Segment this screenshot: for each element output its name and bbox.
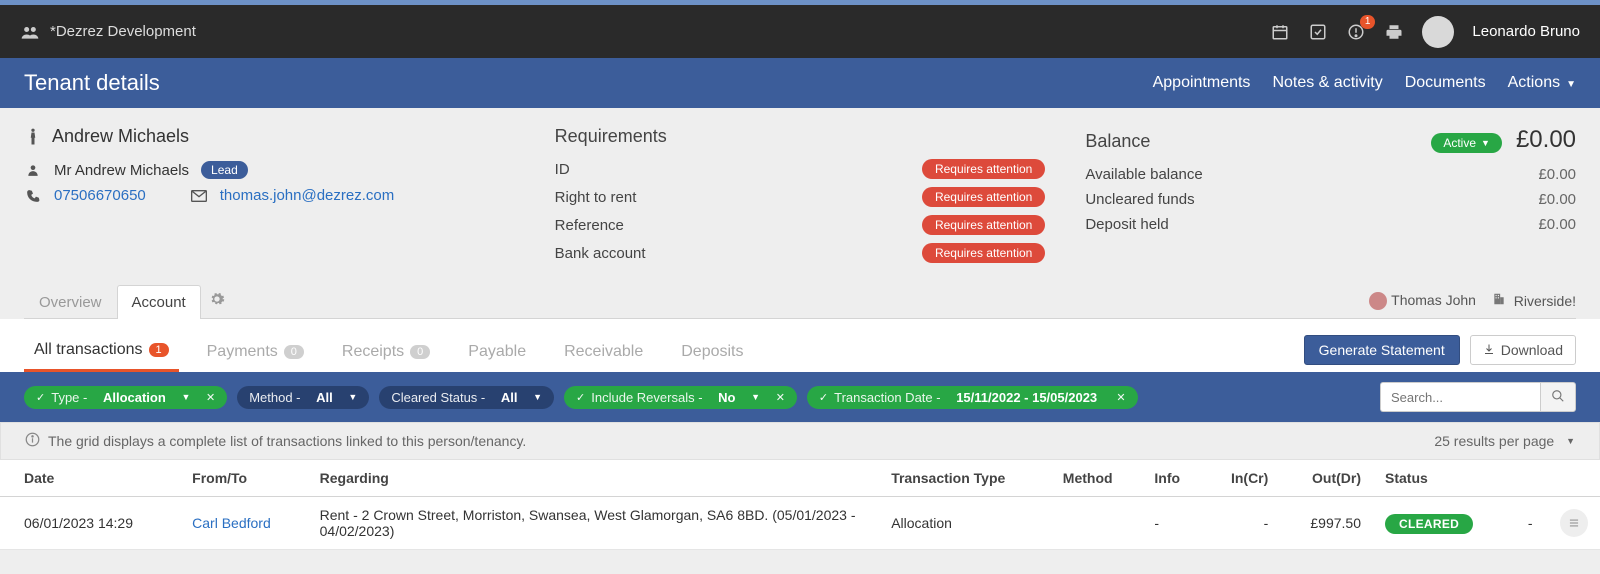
col-status[interactable]: Status bbox=[1373, 460, 1512, 497]
user-avatar[interactable] bbox=[1422, 16, 1454, 48]
col-fromto[interactable]: From/To bbox=[180, 460, 307, 497]
subtab-receivable[interactable]: Receivable bbox=[554, 335, 653, 371]
balance-total: £0.00 bbox=[1516, 126, 1576, 154]
filter-cleared-chip[interactable]: Cleared Status - All ▼ bbox=[379, 386, 554, 409]
active-status-button[interactable]: Active▼ bbox=[1431, 133, 1502, 153]
balance-row: Uncleared funds£0.00 bbox=[1085, 191, 1576, 208]
search-button[interactable] bbox=[1540, 382, 1576, 412]
row-menu-button[interactable] bbox=[1560, 509, 1588, 537]
filter-bar: ✓Type - Allocation ▼ ✕ Method - All ▼ Cl… bbox=[0, 372, 1600, 422]
cell-extra: - bbox=[1512, 497, 1548, 550]
nav-appointments[interactable]: Appointments bbox=[1153, 74, 1251, 92]
branch-name[interactable]: Riverside! bbox=[1492, 292, 1576, 309]
generate-statement-button[interactable]: Generate Statement bbox=[1304, 335, 1460, 365]
tenant-summary: Andrew Michaels Mr Andrew Michaels Lead … bbox=[24, 126, 515, 271]
requirement-row: Right to rentRequires attention bbox=[555, 187, 1046, 207]
page-title: Tenant details bbox=[24, 70, 160, 96]
cell-outdr: £997.50 bbox=[1280, 497, 1373, 550]
email-icon bbox=[190, 190, 208, 202]
building-icon bbox=[1492, 293, 1510, 309]
info-strip: The grid displays a complete list of tra… bbox=[0, 422, 1600, 460]
user-icon bbox=[24, 163, 42, 177]
filter-date-chip[interactable]: ✓Transaction Date - 15/11/2022 - 15/05/2… bbox=[807, 386, 1138, 409]
user-name[interactable]: Leonardo Bruno bbox=[1472, 23, 1580, 40]
requirements-summary: Requirements IDRequires attention Right … bbox=[555, 126, 1046, 271]
subtab-payments[interactable]: Payments0 bbox=[197, 335, 314, 371]
requirement-row: Bank accountRequires attention bbox=[555, 243, 1046, 263]
assigned-person[interactable]: Thomas John bbox=[1369, 292, 1476, 310]
count-badge: 1 bbox=[149, 343, 169, 357]
lead-badge: Lead bbox=[201, 161, 248, 179]
print-icon[interactable] bbox=[1384, 22, 1404, 42]
count-badge: 0 bbox=[410, 345, 430, 359]
tab-overview[interactable]: Overview bbox=[24, 285, 117, 319]
tenant-full-name: Mr Andrew Michaels bbox=[54, 162, 189, 179]
calendar-icon[interactable] bbox=[1270, 22, 1290, 42]
filter-type-chip[interactable]: ✓Type - Allocation ▼ ✕ bbox=[24, 386, 227, 409]
tab-account[interactable]: Account bbox=[117, 285, 201, 319]
cell-fromto-link[interactable]: Carl Bedford bbox=[192, 515, 271, 531]
count-badge: 0 bbox=[284, 345, 304, 359]
cell-date: 06/01/2023 14:29 bbox=[0, 497, 180, 550]
requires-attention-badge[interactable]: Requires attention bbox=[922, 215, 1045, 235]
nav-actions[interactable]: Actions▼ bbox=[1508, 74, 1576, 92]
tenant-name: Andrew Michaels bbox=[52, 126, 189, 147]
col-info[interactable]: Info bbox=[1142, 460, 1204, 497]
cell-regarding: Rent - 2 Crown Street, Morriston, Swanse… bbox=[308, 497, 880, 550]
cell-method bbox=[1051, 497, 1143, 550]
nav-documents[interactable]: Documents bbox=[1405, 74, 1486, 92]
app-title: *Dezrez Development bbox=[50, 23, 196, 40]
download-icon bbox=[1483, 342, 1495, 358]
info-text: The grid displays a complete list of tra… bbox=[48, 433, 526, 449]
col-txn-type[interactable]: Transaction Type bbox=[879, 460, 1051, 497]
balance-summary: Balance Active▼ £0.00 Available balance£… bbox=[1085, 126, 1576, 271]
balance-title: Balance bbox=[1085, 131, 1150, 152]
tenant-phone[interactable]: 07506670650 bbox=[54, 187, 146, 204]
status-cleared-badge: CLEARED bbox=[1385, 514, 1473, 534]
tenant-email[interactable]: thomas.john@dezrez.com bbox=[220, 187, 394, 204]
col-outdr[interactable]: Out(Dr) bbox=[1280, 460, 1373, 497]
filter-reversals-chip[interactable]: ✓Include Reversals - No ▼ ✕ bbox=[564, 386, 797, 409]
subtab-all-transactions[interactable]: All transactions1 bbox=[24, 333, 179, 372]
cell-incr: - bbox=[1204, 497, 1280, 550]
col-regarding[interactable]: Regarding bbox=[308, 460, 880, 497]
app-icon bbox=[20, 22, 40, 42]
topbar: *Dezrez Development Leonardo Bruno bbox=[0, 0, 1600, 58]
transactions-table: Date From/To Regarding Transaction Type … bbox=[0, 460, 1600, 550]
requires-attention-badge[interactable]: Requires attention bbox=[922, 159, 1045, 179]
page-header: Tenant details Appointments Notes & acti… bbox=[0, 58, 1600, 108]
tab-settings-icon[interactable] bbox=[201, 283, 233, 318]
search-icon bbox=[1551, 389, 1565, 406]
col-incr[interactable]: In(Cr) bbox=[1204, 460, 1280, 497]
cell-txn-type: Allocation bbox=[879, 497, 1051, 550]
person-icon bbox=[24, 128, 42, 146]
requirements-title: Requirements bbox=[555, 126, 1046, 147]
balance-row: Available balance£0.00 bbox=[1085, 166, 1576, 183]
col-date[interactable]: Date bbox=[0, 460, 180, 497]
search-input[interactable] bbox=[1380, 382, 1540, 412]
download-button[interactable]: Download bbox=[1470, 335, 1576, 365]
subtab-payable[interactable]: Payable bbox=[458, 335, 536, 371]
cell-info: - bbox=[1142, 497, 1204, 550]
mini-avatar-icon bbox=[1369, 292, 1387, 310]
info-icon bbox=[25, 432, 40, 450]
results-per-page[interactable]: 25 results per page ▼ bbox=[1434, 433, 1575, 449]
requirement-row: IDRequires attention bbox=[555, 159, 1046, 179]
requirement-row: ReferenceRequires attention bbox=[555, 215, 1046, 235]
checkbox-icon[interactable] bbox=[1308, 22, 1328, 42]
alert-icon[interactable] bbox=[1346, 22, 1366, 42]
nav-notes[interactable]: Notes & activity bbox=[1272, 74, 1382, 92]
account-panel: All transactions1 Payments0 Receipts0 Pa… bbox=[0, 319, 1600, 550]
table-row[interactable]: 06/01/2023 14:29 Carl Bedford Rent - 2 C… bbox=[0, 497, 1600, 550]
subtab-deposits[interactable]: Deposits bbox=[671, 335, 753, 371]
phone-icon bbox=[24, 189, 42, 203]
requires-attention-badge[interactable]: Requires attention bbox=[922, 243, 1045, 263]
filter-method-chip[interactable]: Method - All ▼ bbox=[237, 386, 369, 409]
balance-row: Deposit held£0.00 bbox=[1085, 216, 1576, 233]
requires-attention-badge[interactable]: Requires attention bbox=[922, 187, 1045, 207]
col-method[interactable]: Method bbox=[1051, 460, 1143, 497]
subtab-receipts[interactable]: Receipts0 bbox=[332, 335, 440, 371]
